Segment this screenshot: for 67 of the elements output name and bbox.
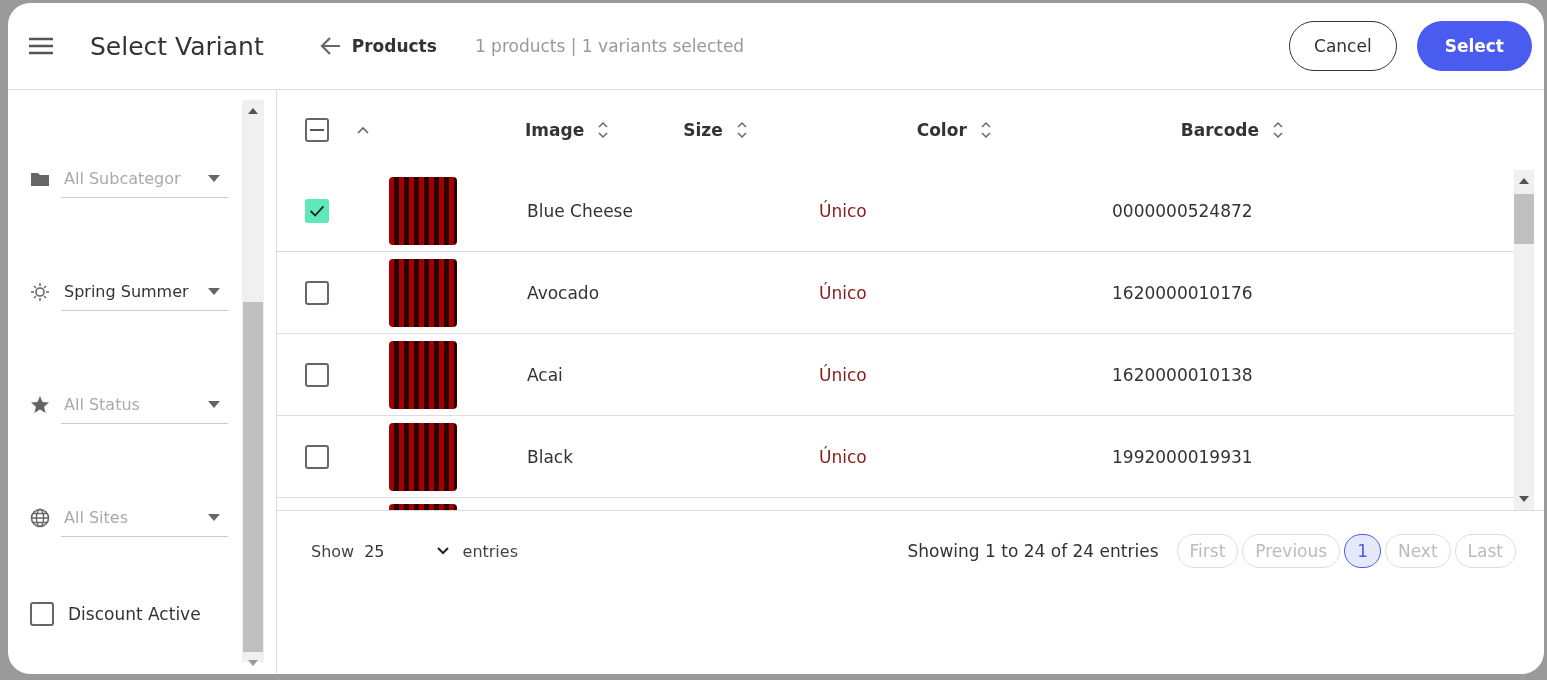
column-label: Size <box>683 120 723 140</box>
selection-summary: 1 products | 1 variants selected <box>474 36 745 56</box>
scroll-up-icon[interactable] <box>248 108 258 114</box>
sun-icon <box>30 281 50 302</box>
scroll-down-icon[interactable] <box>248 660 258 666</box>
discount-checkbox[interactable] <box>30 602 54 626</box>
photo-placeholder <box>389 340 457 409</box>
table-cell-text: 1992000019931 <box>1112 446 1254 467</box>
page-size-dropdown[interactable]: 25 <box>364 541 449 561</box>
column-label: Image <box>525 120 585 140</box>
star-icon <box>30 394 50 415</box>
table-cell-text: 0000000524872 <box>1112 200 1254 221</box>
pagination-button[interactable]: Previous <box>1242 534 1341 568</box>
globe-icon <box>30 507 50 528</box>
sort-icon <box>980 121 991 139</box>
scroll-up-icon[interactable] <box>1519 178 1529 184</box>
back-link[interactable]: Products <box>319 36 437 56</box>
discount-label: Discount Active <box>68 604 201 624</box>
select-all-checkbox[interactable] <box>305 118 329 142</box>
show-label: Show <box>311 541 355 561</box>
filter-dropdown[interactable]: All Subcategor <box>61 159 228 198</box>
table-cell-text: 1620000010138 <box>1112 364 1254 385</box>
dropdown-caret-icon <box>208 174 220 182</box>
table-cell-text: Avocado <box>527 282 601 303</box>
pagination-button[interactable]: First <box>1176 534 1239 568</box>
menu-icon[interactable] <box>28 36 54 56</box>
column-label: Barcode <box>1180 120 1260 140</box>
table-cell-text: Único <box>819 446 868 467</box>
back-arrow-icon <box>319 36 342 56</box>
column-label: Color <box>916 120 967 140</box>
scroll-down-icon[interactable] <box>1519 496 1529 502</box>
dialog-title: Select Variant <box>90 31 264 61</box>
table-cell-text: Blue Cheese <box>527 200 634 221</box>
table-cell-text: Black <box>527 446 574 467</box>
table-cell-text: Acai <box>527 364 564 385</box>
filter-dropdown[interactable]: All Status <box>61 385 228 424</box>
table-cell-text: Único <box>819 364 868 385</box>
row-checkbox[interactable] <box>305 444 329 469</box>
sort-icon <box>598 121 609 139</box>
table-cell-text: 1620000010176 <box>1112 282 1254 303</box>
row-checkbox[interactable] <box>305 362 329 387</box>
pagination-button[interactable]: Last <box>1454 534 1516 568</box>
pagination-button[interactable]: Next <box>1384 534 1451 568</box>
sort-icon <box>1273 121 1284 139</box>
entries-info: Showing 1 to 24 of 24 entries <box>907 541 1159 561</box>
dropdown-caret-icon <box>208 287 220 295</box>
table-cell-text: Único <box>819 200 868 221</box>
chevron-down-icon <box>436 547 449 555</box>
dropdown-caret-icon <box>208 400 220 408</box>
scroll-thumb[interactable] <box>1514 194 1534 244</box>
sort-icon <box>736 121 747 139</box>
dropdown-caret-icon <box>208 513 220 521</box>
select-button[interactable]: Select <box>1416 21 1532 71</box>
pagination-button[interactable]: 1 <box>1344 534 1381 568</box>
scroll-thumb[interactable] <box>243 302 263 652</box>
entries-label: entries <box>462 541 518 561</box>
table-scrollbar[interactable] <box>1514 170 1534 510</box>
sort-up-icon[interactable] <box>357 126 369 134</box>
photo-placeholder <box>389 422 457 491</box>
filter-dropdown[interactable]: Spring Summer <box>61 272 228 311</box>
folder-icon <box>30 170 50 187</box>
table-cell-text: Único <box>819 282 868 303</box>
cancel-button[interactable]: Cancel <box>1289 21 1397 71</box>
filter-dropdown[interactable]: All Sites <box>61 498 228 537</box>
row-checkbox[interactable] <box>305 280 329 305</box>
photo-placeholder <box>389 176 457 245</box>
photo-placeholder <box>389 258 457 327</box>
